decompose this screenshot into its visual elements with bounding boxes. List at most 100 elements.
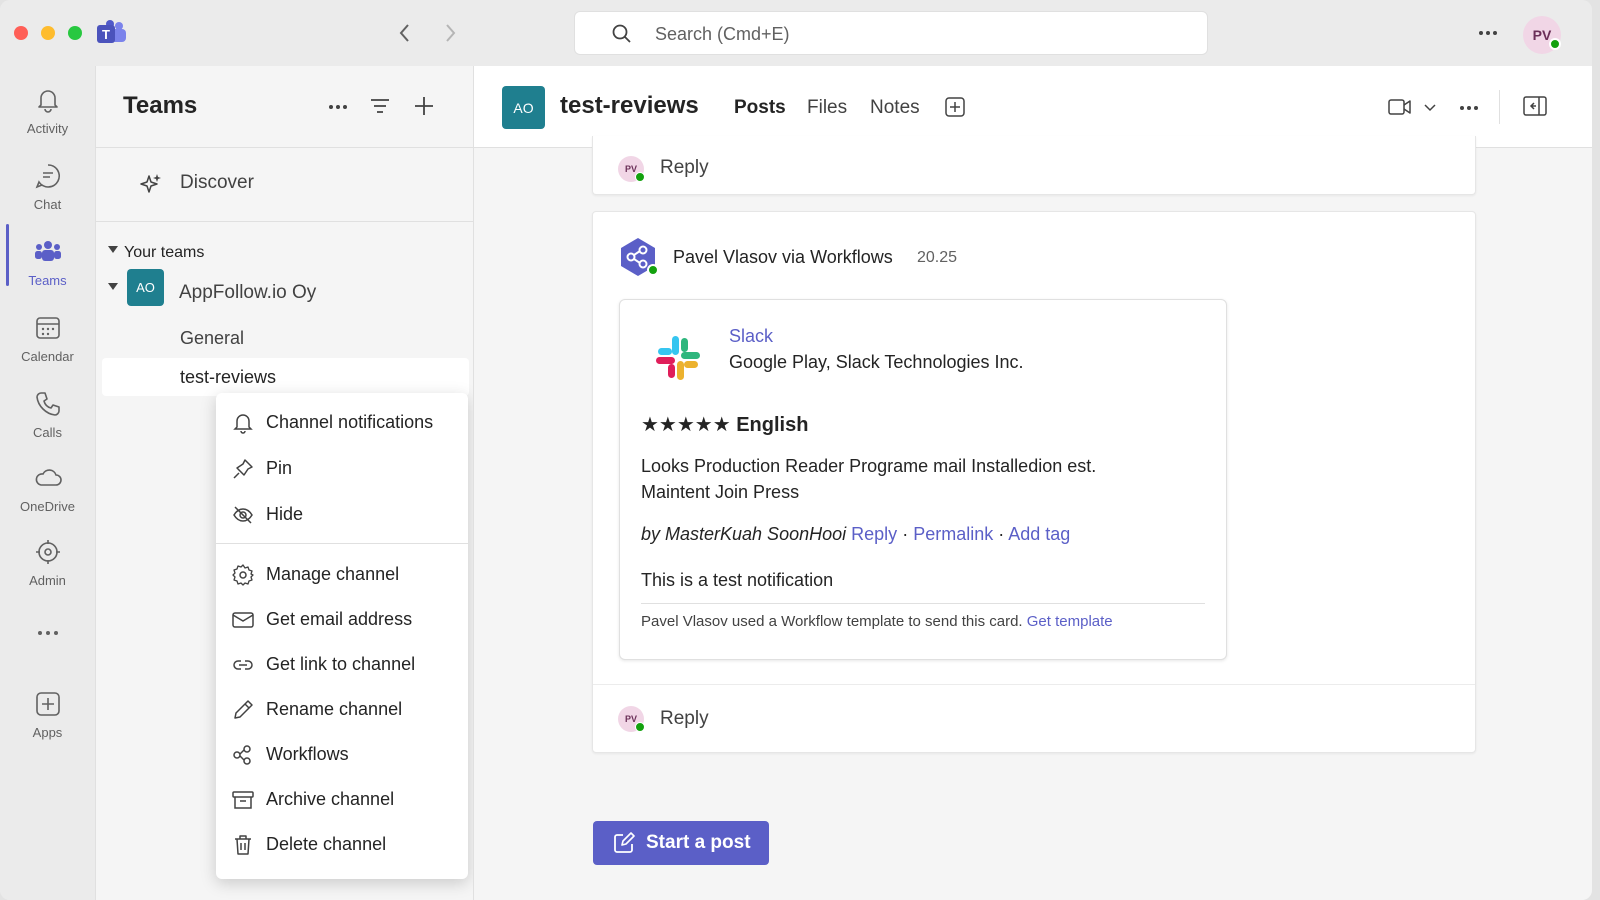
review-adaptive-card: Slack Google Play, Slack Technologies In…	[619, 299, 1227, 660]
presence-available-icon	[647, 264, 659, 276]
bell-icon	[34, 86, 62, 114]
menu-item-label: Channel notifications	[266, 412, 434, 432]
channel-item-test-reviews[interactable]: test-reviews	[102, 358, 469, 396]
video-call-icon[interactable]	[1388, 98, 1412, 116]
reply-bar[interactable]: PV Reply	[593, 685, 1475, 752]
discover-item[interactable]: Discover	[96, 150, 474, 218]
forward-arrow-icon[interactable]	[443, 23, 457, 43]
apps-add-icon	[34, 690, 62, 718]
maximize-window-button[interactable]	[68, 26, 82, 40]
teams-window: T Search (Cmd+E) PV Activity Chat Teams …	[0, 0, 1592, 900]
channel-item-general[interactable]: General	[180, 328, 244, 349]
rail-item-calendar[interactable]: Calendar	[0, 304, 95, 376]
tab-files[interactable]: Files	[807, 97, 847, 119]
channel-initials: AO	[513, 99, 534, 116]
start-post-button[interactable]: Start a post	[593, 821, 769, 865]
get-template-link[interactable]: Get template	[1027, 613, 1113, 630]
rail-item-calls[interactable]: Calls	[0, 380, 95, 452]
divider	[96, 221, 474, 222]
review-meta-row: by MasterKuah SoonHooi Reply · Permalink…	[641, 524, 1070, 545]
tab-notes[interactable]: Notes	[870, 97, 920, 119]
filter-icon[interactable]	[369, 97, 391, 115]
menu-item-archive-channel[interactable]: Archive channel	[216, 778, 468, 820]
reply-bar[interactable]: PV Reply	[592, 136, 1476, 195]
star-rating: ★★★★★	[641, 414, 731, 436]
search-input[interactable]: Search (Cmd+E)	[574, 11, 1208, 55]
card-footer: Pavel Vlasov used a Workflow template to…	[641, 613, 1113, 630]
separator-dot: ·	[998, 524, 1005, 544]
rail-label: Calendar	[21, 349, 74, 364]
post-card: Pavel Vlasov via Workflows 20.25 Slack G…	[592, 211, 1476, 753]
rail-item-apps[interactable]: Apps	[0, 680, 95, 752]
workflows-icon	[232, 744, 254, 766]
presence-available-icon	[1549, 38, 1561, 50]
rail-more-icon[interactable]	[37, 630, 59, 636]
rail-label: Chat	[33, 197, 62, 212]
trash-icon	[232, 834, 254, 856]
close-window-button[interactable]	[14, 26, 28, 40]
menu-item-label: Get link to channel	[266, 654, 416, 674]
admin-icon	[34, 538, 62, 566]
presence-available-icon	[635, 722, 645, 732]
back-arrow-icon[interactable]	[398, 23, 412, 43]
menu-item-label: Archive channel	[266, 789, 395, 809]
rail-label: Calls	[33, 425, 62, 440]
workflow-template-note: Pavel Vlasov used a Workflow template to…	[641, 613, 1023, 630]
compose-icon	[613, 832, 635, 854]
separator-dot: ·	[902, 524, 909, 544]
tab-posts[interactable]: Posts	[734, 97, 786, 119]
menu-item-rename-channel[interactable]: Rename channel	[216, 688, 468, 730]
caret-down-icon[interactable]	[108, 246, 118, 254]
channel-context-menu: Channel notifications Pin Hide Manage ch…	[216, 393, 468, 879]
chat-icon	[34, 162, 62, 190]
rail-label: Teams	[28, 273, 67, 288]
divider	[96, 147, 474, 148]
rail-item-onedrive[interactable]: OneDrive	[0, 454, 95, 526]
caret-down-icon[interactable]	[108, 283, 118, 291]
app-rail: Activity Chat Teams Calendar Calls OneDr…	[0, 66, 95, 900]
add-tag-link[interactable]: Add tag	[1008, 524, 1070, 544]
menu-item-label: Manage channel	[266, 564, 400, 584]
menu-item-channel-notifications[interactable]: Channel notifications	[216, 401, 468, 443]
title-bar: T Search (Cmd+E) PV	[0, 0, 1592, 66]
app-name-link[interactable]: Slack	[729, 326, 773, 347]
add-tab-icon[interactable]	[945, 97, 965, 117]
gear-icon	[232, 564, 254, 586]
side-panel-icon[interactable]	[1523, 96, 1547, 116]
minimize-window-button[interactable]	[41, 26, 55, 40]
card-divider	[641, 603, 1205, 604]
rail-item-activity[interactable]: Activity	[0, 76, 95, 148]
rail-item-chat[interactable]: Chat	[0, 152, 95, 224]
rail-label: Admin	[29, 573, 66, 588]
review-reply-link[interactable]: Reply	[851, 524, 897, 544]
menu-item-get-link-to-channel[interactable]: Get link to channel	[216, 643, 468, 685]
menu-item-delete-channel[interactable]: Delete channel	[216, 823, 468, 865]
rail-item-admin[interactable]: Admin	[0, 528, 95, 600]
link-icon	[232, 654, 254, 676]
your-teams-header[interactable]: Your teams	[124, 244, 204, 262]
pencil-icon	[232, 699, 254, 721]
teams-more-icon[interactable]	[328, 104, 348, 110]
channel-more-icon[interactable]	[1459, 105, 1479, 111]
menu-item-label: Get email address	[266, 609, 413, 629]
menu-item-get-email-address[interactable]: Get email address	[216, 598, 468, 640]
team-name[interactable]: AppFollow.io Oy	[179, 282, 316, 304]
menu-item-label: Pin	[266, 458, 293, 478]
post-time: 20.25	[917, 249, 958, 266]
menu-item-workflows[interactable]: Workflows	[216, 733, 468, 775]
menu-item-pin[interactable]: Pin	[216, 447, 468, 489]
menu-item-manage-channel[interactable]: Manage channel	[216, 553, 468, 595]
teams-icon	[34, 238, 62, 266]
rail-item-teams[interactable]: Teams	[0, 228, 95, 300]
menu-item-hide[interactable]: Hide	[216, 493, 468, 535]
header-divider	[1499, 90, 1500, 124]
menu-divider	[216, 543, 468, 544]
teams-logo-icon: T	[97, 20, 127, 46]
chevron-down-icon[interactable]	[1424, 104, 1436, 112]
review-text-line1: Looks Production Reader Programe mail In…	[641, 456, 1097, 476]
add-icon[interactable]	[413, 95, 435, 117]
reply-avatar-initials: PV	[624, 714, 637, 724]
channel-avatar: AO	[502, 86, 545, 129]
more-options-icon[interactable]	[1478, 30, 1498, 36]
permalink-link[interactable]: Permalink	[913, 524, 993, 544]
